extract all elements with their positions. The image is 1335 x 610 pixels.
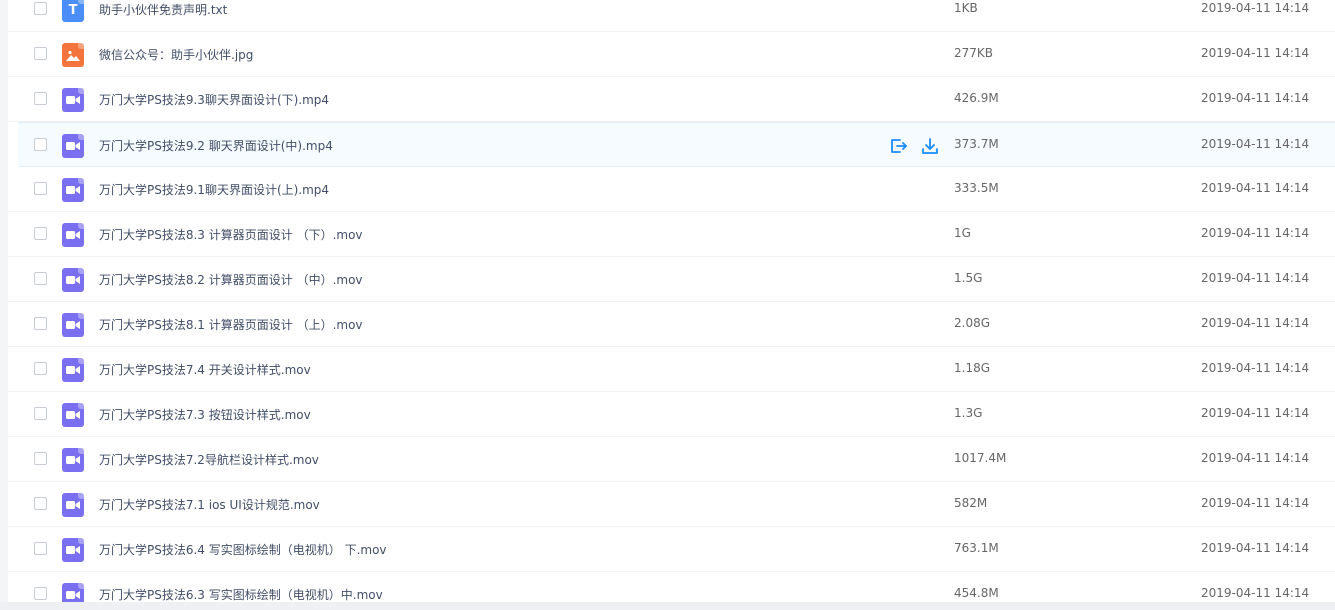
file-date: 2019-04-11 14:14	[1201, 316, 1310, 330]
horizontal-scrollbar[interactable]	[0, 602, 1335, 610]
video-file-icon	[62, 223, 84, 247]
video-file-icon	[62, 583, 84, 602]
file-list: T 助手小伙伴免责声明.txt 1KB 2019-04-11 14:14 微信公…	[8, 0, 1335, 602]
file-name[interactable]: 万门大学PS技法9.3聊天界面设计(下).mp4	[99, 91, 329, 108]
file-date: 2019-04-11 14:14	[1201, 496, 1310, 510]
row-checkbox[interactable]	[34, 407, 47, 420]
file-row[interactable]: 万门大学PS技法8.3 计算器页面设计 （下）.mov 1G 2019-04-1…	[8, 212, 1335, 257]
file-name[interactable]: 万门大学PS技法8.2 计算器页面设计 （中）.mov	[99, 271, 363, 288]
download-icon[interactable]	[920, 136, 940, 156]
file-size: 763.1M	[954, 541, 999, 555]
file-date: 2019-04-11 14:14	[1201, 541, 1310, 555]
video-file-icon	[62, 313, 84, 337]
file-row[interactable]: 万门大学PS技法8.2 计算器页面设计 （中）.mov 1.5G 2019-04…	[8, 257, 1335, 302]
share-icon[interactable]	[888, 136, 908, 156]
file-row[interactable]: 万门大学PS技法9.1聊天界面设计(上).mp4 333.5M 2019-04-…	[8, 167, 1335, 212]
file-row[interactable]: 万门大学PS技法7.2导航栏设计样式.mov 1017.4M 2019-04-1…	[8, 437, 1335, 482]
file-size: 1KB	[954, 1, 978, 15]
row-checkbox[interactable]	[34, 452, 47, 465]
row-checkbox[interactable]	[34, 227, 47, 240]
file-row[interactable]: 万门大学PS技法8.1 计算器页面设计 （上）.mov 2.08G 2019-0…	[8, 302, 1335, 347]
file-size: 333.5M	[954, 181, 999, 195]
file-date: 2019-04-11 14:14	[1201, 137, 1310, 151]
file-date: 2019-04-11 14:14	[1201, 586, 1310, 600]
file-row[interactable]: 万门大学PS技法6.4 写实图标绘制（电视机） 下.mov 763.1M 201…	[8, 527, 1335, 572]
file-name[interactable]: 万门大学PS技法8.1 计算器页面设计 （上）.mov	[99, 316, 363, 333]
file-size: 426.9M	[954, 91, 999, 105]
video-file-icon	[62, 134, 84, 158]
video-file-icon	[62, 268, 84, 292]
row-checkbox[interactable]	[34, 362, 47, 375]
file-date: 2019-04-11 14:14	[1201, 91, 1310, 105]
file-row[interactable]: 万门大学PS技法7.3 按钮设计样式.mov 1.3G 2019-04-11 1…	[8, 392, 1335, 437]
file-size: 373.7M	[954, 137, 999, 151]
file-row[interactable]: 万门大学PS技法7.1 ios UI设计规范.mov 582M 2019-04-…	[8, 482, 1335, 527]
file-date: 2019-04-11 14:14	[1201, 406, 1310, 420]
file-size: 1.3G	[954, 406, 983, 420]
video-file-icon	[62, 403, 84, 427]
file-size: 1G	[954, 226, 971, 240]
file-name[interactable]: 万门大学PS技法8.3 计算器页面设计 （下）.mov	[99, 226, 363, 243]
file-name[interactable]: 万门大学PS技法6.3 写实图标绘制（电视机）中.mov	[99, 586, 383, 602]
file-name[interactable]: 微信公众号：助手小伙伴.jpg	[99, 46, 253, 63]
row-checkbox[interactable]	[34, 587, 47, 600]
file-date: 2019-04-11 14:14	[1201, 361, 1310, 375]
row-checkbox[interactable]	[34, 272, 47, 285]
file-row[interactable]: 微信公众号：助手小伙伴.jpg 277KB 2019-04-11 14:14	[8, 32, 1335, 77]
file-size: 582M	[954, 496, 988, 510]
row-checkbox[interactable]	[34, 2, 47, 15]
file-size: 1.5G	[954, 271, 983, 285]
video-file-icon	[62, 448, 84, 472]
video-file-icon	[62, 358, 84, 382]
file-name[interactable]: 万门大学PS技法7.4 开关设计样式.mov	[99, 361, 311, 378]
file-date: 2019-04-11 14:14	[1201, 271, 1310, 285]
file-size: 1.18G	[954, 361, 991, 375]
row-checkbox[interactable]	[34, 317, 47, 330]
file-date: 2019-04-11 14:14	[1201, 451, 1310, 465]
file-date: 2019-04-11 14:14	[1201, 1, 1310, 15]
file-name[interactable]: 万门大学PS技法7.2导航栏设计样式.mov	[99, 451, 319, 468]
file-size: 1017.4M	[954, 451, 1007, 465]
file-date: 2019-04-11 14:14	[1201, 226, 1310, 240]
file-size: 454.8M	[954, 586, 999, 600]
file-date: 2019-04-11 14:14	[1201, 181, 1310, 195]
row-actions	[888, 136, 940, 156]
video-file-icon	[62, 493, 84, 517]
file-row[interactable]: 万门大学PS技法7.4 开关设计样式.mov 1.18G 2019-04-11 …	[8, 347, 1335, 392]
row-checkbox[interactable]	[34, 542, 47, 555]
row-checkbox[interactable]	[34, 497, 47, 510]
file-name[interactable]: 万门大学PS技法9.2 聊天界面设计(中).mp4	[99, 137, 333, 154]
row-checkbox[interactable]	[34, 138, 47, 151]
video-file-icon	[62, 88, 84, 112]
image-file-icon	[62, 43, 84, 67]
file-size: 2.08G	[954, 316, 991, 330]
file-name[interactable]: 助手小伙伴免责声明.txt	[99, 1, 227, 18]
file-row[interactable]: 万门大学PS技法6.3 写实图标绘制（电视机）中.mov 454.8M 2019…	[8, 572, 1335, 602]
video-file-icon	[62, 178, 84, 202]
row-checkbox[interactable]	[34, 182, 47, 195]
file-name[interactable]: 万门大学PS技法7.3 按钮设计样式.mov	[99, 406, 311, 423]
file-row[interactable]: T 助手小伙伴免责声明.txt 1KB 2019-04-11 14:14	[8, 0, 1335, 32]
row-checkbox[interactable]	[34, 92, 47, 105]
file-date: 2019-04-11 14:14	[1201, 46, 1310, 60]
file-row[interactable]: 万门大学PS技法9.2 聊天界面设计(中).mp4 373.7M 2019-04…	[18, 122, 1335, 167]
file-size: 277KB	[954, 46, 994, 60]
file-name[interactable]: 万门大学PS技法6.4 写实图标绘制（电视机） 下.mov	[99, 541, 387, 558]
file-name[interactable]: 万门大学PS技法7.1 ios UI设计规范.mov	[99, 496, 320, 513]
row-checkbox[interactable]	[34, 47, 47, 60]
text-file-icon: T	[62, 0, 84, 22]
file-list-panel: T 助手小伙伴免责声明.txt 1KB 2019-04-11 14:14 微信公…	[8, 0, 1335, 602]
file-name[interactable]: 万门大学PS技法9.1聊天界面设计(上).mp4	[99, 181, 329, 198]
file-row[interactable]: 万门大学PS技法9.3聊天界面设计(下).mp4 426.9M 2019-04-…	[8, 77, 1335, 122]
video-file-icon	[62, 538, 84, 562]
